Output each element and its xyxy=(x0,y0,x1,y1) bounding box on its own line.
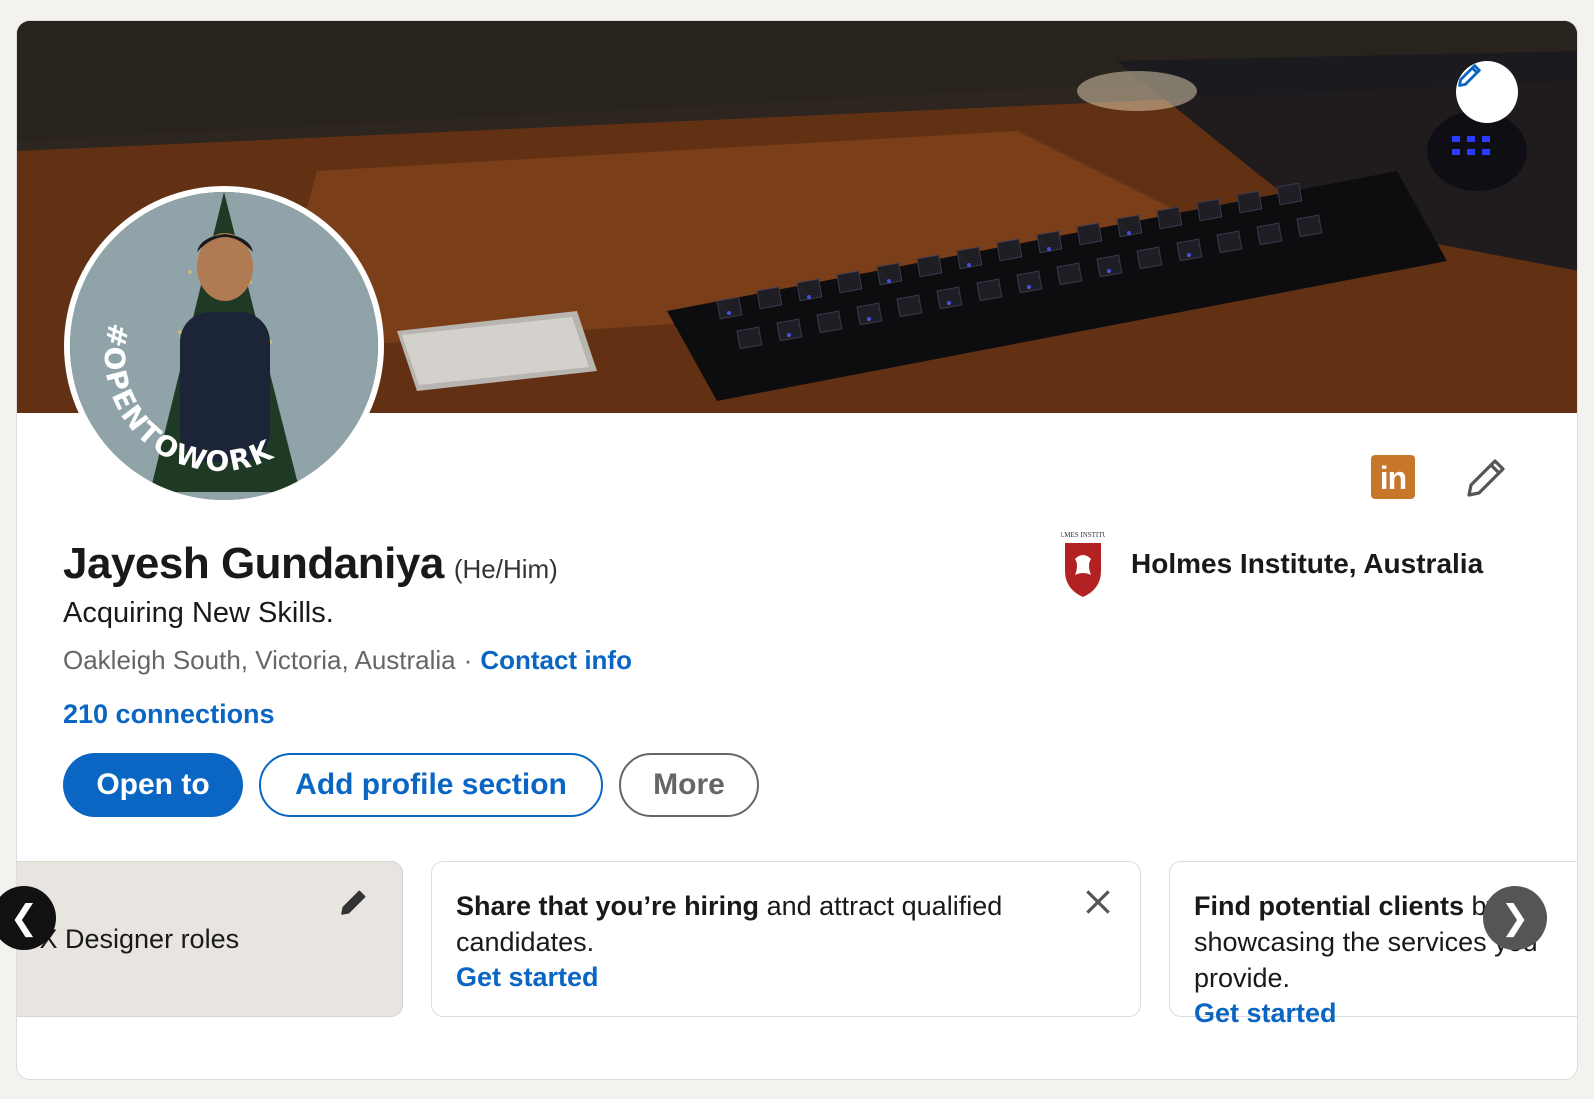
profile-actions: Open to Add profile section More xyxy=(63,753,759,817)
more-button[interactable]: More xyxy=(619,753,759,817)
edit-pencil-icon[interactable] xyxy=(338,886,370,918)
holmes-institute-logo: HOLMES INSTITUTE xyxy=(1061,529,1105,599)
open-to-button[interactable]: Open to xyxy=(63,753,243,817)
suggestion-carousel: UX Designer roles Share that you’re hiri… xyxy=(17,861,1577,1028)
close-icon[interactable] xyxy=(1082,886,1114,918)
location-row: Oakleigh South, Victoria, Australia · Co… xyxy=(63,645,632,676)
profile-name: Jayesh Gundaniya xyxy=(63,539,444,588)
profile-top-actions: in xyxy=(1371,453,1511,501)
profile-card: #OPENTOWORK in Jayesh Gundaniya (He/Him)… xyxy=(16,20,1578,1080)
services-get-started-link[interactable]: Get started xyxy=(1194,998,1577,1029)
connections-link[interactable]: 210 connections xyxy=(63,699,275,730)
school-name: Holmes Institute, Australia xyxy=(1131,548,1484,579)
edit-intro-pencil-icon[interactable] xyxy=(1463,453,1511,501)
avatar: #OPENTOWORK xyxy=(70,192,378,500)
avatar-photo: #OPENTOWORK xyxy=(70,192,378,500)
open-to-work-card[interactable]: UX Designer roles xyxy=(17,861,403,1017)
contact-info-link[interactable]: Contact info xyxy=(480,645,632,676)
name-row: Jayesh Gundaniya (He/Him) xyxy=(63,539,558,589)
carousel-next-button[interactable]: ❯ xyxy=(1483,886,1547,950)
profile-headline: Acquiring New Skills. xyxy=(63,597,334,629)
separator-dot: · xyxy=(463,645,473,675)
pencil-icon xyxy=(1458,64,1481,87)
hiring-card: Share that you’re hiring and attract qua… xyxy=(431,861,1141,1017)
hiring-text: Share that you’re hiring and attract qua… xyxy=(456,891,1003,957)
hiring-get-started-link[interactable]: Get started xyxy=(456,962,1116,993)
edit-cover-button[interactable] xyxy=(1456,61,1518,123)
linkedin-badge-icon[interactable]: in xyxy=(1371,455,1415,499)
profile-photo[interactable]: #OPENTOWORK xyxy=(64,186,384,506)
education-summary[interactable]: HOLMES INSTITUTE Holmes Institute, Austr… xyxy=(1061,529,1483,599)
add-profile-section-button[interactable]: Add profile section xyxy=(259,753,603,817)
svg-text:HOLMES INSTITUTE: HOLMES INSTITUTE xyxy=(1061,531,1105,539)
pronouns: (He/Him) xyxy=(453,554,558,584)
crest-icon: HOLMES INSTITUTE xyxy=(1061,531,1105,597)
location-text: Oakleigh South, Victoria, Australia xyxy=(63,645,456,675)
